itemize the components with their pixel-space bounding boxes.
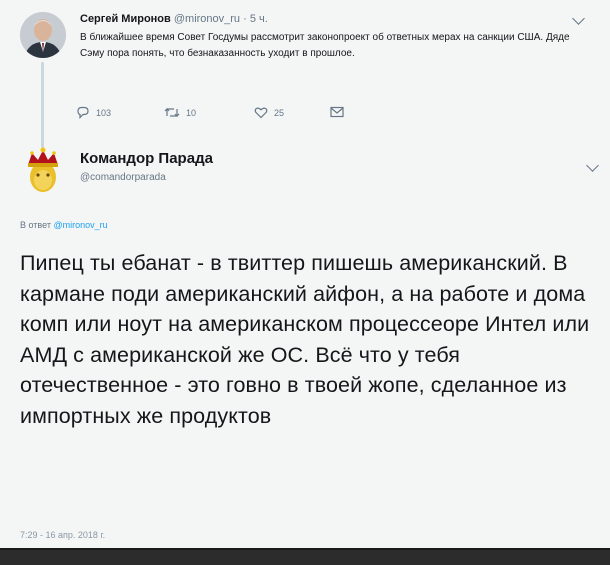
author-handle[interactable]: @comandorparada [80, 172, 166, 183]
separator-dot: · [243, 13, 247, 25]
like-count: 25 [274, 107, 285, 118]
author-handle[interactable]: @mironov_ru [174, 13, 240, 25]
tweet1-header: Сергей Миронов @mironov_ru · 5 ч. [80, 13, 268, 25]
avatar[interactable] [20, 12, 66, 58]
reply-count: 103 [96, 107, 112, 118]
tweet2-text: Пипец ты ебанат - в твиттер пишешь амери… [20, 251, 590, 428]
tweet1-text: В ближайшее время Совет Госдумы рассмотр… [80, 32, 570, 59]
reply-to-mention[interactable]: @mironov_ru [53, 220, 107, 230]
person-avatar-icon [20, 12, 66, 58]
chevron-down-icon[interactable] [572, 12, 585, 25]
avatar[interactable] [18, 145, 68, 195]
crown-icon [28, 147, 58, 192]
heart-icon [254, 107, 268, 119]
tweet-time[interactable]: 5 ч. [250, 13, 268, 25]
tweet-timestamp[interactable]: 7:29 - 16 апр. 2018 г. [20, 530, 105, 540]
like-button[interactable]: 25 [254, 106, 284, 119]
bottom-bar [0, 548, 610, 565]
direct-message-button[interactable] [330, 106, 344, 118]
chevron-down-icon[interactable] [586, 159, 599, 172]
reply-to-label: В ответ [20, 220, 51, 230]
author-name[interactable]: Командор Парада [80, 150, 213, 167]
retweet-button[interactable]: 10 [164, 106, 196, 119]
reply-button[interactable]: 103 [76, 106, 111, 119]
thread-connector-line [41, 62, 44, 148]
retweet-count: 10 [186, 107, 197, 118]
author-name[interactable]: Сергей Миронов [80, 13, 171, 25]
reply-icon [77, 106, 89, 119]
envelope-icon [330, 106, 344, 118]
retweet-icon [164, 108, 180, 117]
reply-to-line: В ответ @mironov_ru [20, 220, 108, 230]
